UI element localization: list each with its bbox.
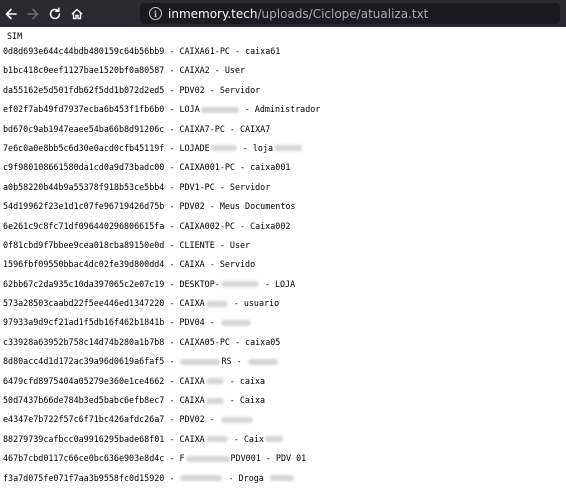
reload-button[interactable]	[44, 3, 66, 25]
redacted-text	[247, 358, 278, 365]
file-line-text: 6e261c9c8fc71df096440296806615fa - CAIXA…	[3, 220, 291, 231]
file-line-text: 54d19962f23e1d1c07fe96719426d75b - PDV02…	[3, 201, 296, 212]
redacted-text	[220, 281, 259, 288]
browser-toolbar: i inmemory.tech/uploads/Ciclope/atualiza…	[0, 0, 566, 27]
back-button[interactable]	[0, 3, 22, 25]
file-line-text: f3a7d075fe071f7aa3b9558fc0d15920 -	[3, 472, 180, 483]
file-line: 6479cfd8975404a05279e360e1ce4662 - CAIXA…	[3, 372, 566, 391]
file-lines: 0d8d693e644c44bdb480159c64b56bb9 - CAIXA…	[3, 42, 566, 488]
file-line: c9f980108661580da1cd0a9d73badc00 - CAIXA…	[3, 158, 566, 177]
redacted-text	[205, 436, 228, 443]
reload-icon	[49, 6, 61, 19]
file-line-text: PDV001 - PDV 01	[230, 453, 307, 464]
redacted-text	[205, 378, 224, 385]
file-line-text: 7e6c0a0e8bb5c6d30e0acd0cfb45119f - LOJAD…	[3, 142, 210, 153]
redacted-text	[210, 145, 237, 152]
file-line-text: b1bc418c0eef1127bae1520bf0a80587 - CAIXA…	[3, 65, 246, 76]
file-line-text: 467b7cbd0117c66ce0bc636e903e8d4c - F	[3, 453, 185, 464]
redacted-text	[274, 145, 303, 152]
file-line-text: bd670c9ab1947eaee54ba66b8d91206c - CAIXA…	[3, 123, 271, 134]
file-line-text: c33928a63952b758c14d74b280a1b7b8 - CAIXA…	[3, 336, 281, 347]
file-line-text: 50d7437b66de784b3ed5babc6efb8ec7 - CAIXA	[3, 395, 205, 406]
file-line-text: - Caix	[228, 433, 264, 444]
file-line: e4347e7b722f57c6f71bc426afdc26a7 - PDV02…	[3, 410, 566, 429]
file-line-text: ef02f7ab49fd7937ecba6b453f1fb6b0 - LOJA	[3, 104, 200, 115]
file-line-text: 573a28503caabd22f5ee446ed1347220 - CAIXA	[3, 298, 205, 309]
redacted-text	[269, 475, 294, 482]
file-line-text: c9f980108661580da1cd0a9d73badc00 - CAIXA…	[3, 162, 291, 173]
file-line-text: - loja	[237, 142, 274, 153]
file-line: 6e261c9c8fc71df096440296806615fa - CAIXA…	[3, 217, 566, 236]
arrow-left-icon	[5, 8, 17, 19]
file-line-text: 0f81cbd9f7bbee9cea018cba89150e0d - CLIEN…	[3, 239, 251, 250]
file-header: SIM	[7, 31, 23, 41]
file-line: b1bc418c0eef1127bae1520bf0a80587 - CAIXA…	[3, 61, 566, 80]
file-line: 54d19962f23e1d1c07fe96719426d75b - PDV02…	[3, 197, 566, 216]
file-line: 62bb67c2da935c10da397065c2e07c19 - DESKT…	[3, 275, 566, 294]
redacted-text	[200, 106, 239, 113]
file-line: 467b7cbd0117c66ce0bc636e903e8d4c - F PDV0…	[3, 449, 566, 468]
file-line-text: - Droga	[223, 472, 269, 483]
file-line: a0b58220b44b9a55378f918b53ce5bb4 - PDV1-…	[3, 178, 566, 197]
url-path: /uploads/Ciclope/atualiza.txt	[257, 6, 429, 21]
file-line: 8d80acc4d1d172ac39a96d0619a6faf5 - RS -	[3, 352, 566, 371]
file-line: 88279739cafbcc0a9916295bade68f01 - CAIXA…	[3, 430, 566, 449]
file-line-text: - LOJA	[259, 278, 296, 289]
redacted-text	[180, 475, 223, 482]
file-line-text: 97933a9d9cf21ad1f5db16f462b1841b - PDV04…	[3, 317, 220, 328]
file-line-text: 6479cfd8975404a05279e360e1ce4662 - CAIXA	[3, 375, 205, 386]
file-line-text: 62bb67c2da935c10da397065c2e07c19 - DESKT…	[3, 278, 220, 289]
redacted-text	[205, 397, 224, 404]
redacted-text	[180, 358, 221, 365]
file-line: c33928a63952b758c14d74b280a1b7b8 - CAIXA…	[3, 333, 566, 352]
file-line-text: - Caixa	[224, 395, 266, 406]
info-icon[interactable]: i	[149, 7, 162, 20]
file-line-text: 8d80acc4d1d172ac39a96d0619a6faf5 -	[3, 356, 180, 367]
file-line: 573a28503caabd22f5ee446ed1347220 - CAIXA…	[3, 294, 566, 313]
file-line: f3a7d075fe071f7aa3b9558fc0d15920 - - Dro…	[3, 469, 566, 488]
file-line: 0f81cbd9f7bbee9cea018cba89150e0d - CLIEN…	[3, 236, 566, 255]
file-line-text: - caixa	[224, 375, 266, 386]
file-line: 0d8d693e644c44bdb480159c64b56bb9 - CAIXA…	[3, 42, 566, 61]
redacted-text	[264, 436, 283, 443]
redacted-text	[220, 319, 251, 326]
address-bar[interactable]: i inmemory.tech/uploads/Ciclope/atualiza…	[140, 3, 560, 24]
arrow-right-icon	[27, 8, 39, 19]
file-line-text: da55162e5d501fdb62f5dd1b072d2ed5 - PDV02…	[3, 84, 261, 95]
redacted-text	[185, 455, 230, 462]
url-text: inmemory.tech/uploads/Ciclope/atualiza.t…	[168, 7, 428, 21]
file-line: da55162e5d501fdb62f5dd1b072d2ed5 - PDV02…	[3, 81, 566, 100]
file-line: 50d7437b66de784b3ed5babc6efb8ec7 - CAIXA…	[3, 391, 566, 410]
home-icon	[71, 8, 83, 19]
file-line: bd670c9ab1947eaee54ba66b8d91206c - CAIXA…	[3, 120, 566, 139]
file-line-text: e4347e7b722f57c6f71bc426afdc26a7 - PDV02…	[3, 414, 220, 425]
text-file-content: SIM 0d8d693e644c44bdb480159c64b56bb9 - C…	[0, 30, 566, 488]
file-line: 7e6c0a0e8bb5c6d30e0acd0cfb45119f - LOJAD…	[3, 139, 566, 158]
file-line-text: - usuario	[228, 298, 280, 309]
file-line-text: - Administrador	[239, 104, 321, 115]
redacted-text	[205, 300, 228, 307]
file-line-text: 88279739cafbcc0a9916295bade68f01 - CAIXA	[3, 433, 205, 444]
file-line: 97933a9d9cf21ad1f5db16f462b1841b - PDV04…	[3, 313, 566, 332]
forward-button[interactable]	[22, 3, 44, 25]
url-domain: inmemory.tech	[168, 6, 258, 21]
home-button[interactable]	[66, 3, 88, 25]
file-line: ef02f7ab49fd7937ecba6b453f1fb6b0 - LOJA …	[3, 100, 566, 119]
file-line: 1596fbf09550bbac4dc02fe39d800dd4 - CAIXA…	[3, 255, 566, 274]
file-line-text: 1596fbf09550bbac4dc02fe39d800dd4 - CAIXA…	[3, 259, 256, 270]
file-line-text: 0d8d693e644c44bdb480159c64b56bb9 - CAIXA…	[3, 46, 281, 56]
file-line-text: a0b58220b44b9a55378f918b53ce5bb4 - PDV1-…	[3, 181, 271, 192]
file-line-text: RS -	[221, 356, 247, 367]
redacted-text	[220, 416, 253, 423]
